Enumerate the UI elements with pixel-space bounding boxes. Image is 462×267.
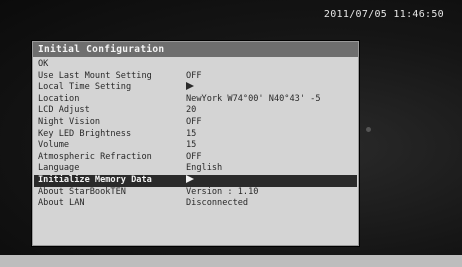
setting-label: Location [38,93,80,104]
setting-location[interactable]: Location NewYork W74°00' N40°43' -5 [33,94,358,106]
indicator-dot [366,127,371,132]
setting-label: Key LED Brightness [38,128,132,139]
right-arrow-icon [186,174,194,183]
setting-label: Local Time Setting [38,82,132,93]
setting-label: Atmospheric Refraction [38,151,152,162]
ok-label: OK [38,59,49,69]
setting-value: NewYork W74°00' N40°43' -5 [186,93,321,104]
setting-atmospheric-refraction[interactable]: Atmospheric Refraction OFF [33,152,358,164]
setting-label: Initialize Memory Data [38,174,152,185]
setting-value: 15 [186,128,197,139]
status-datetime: 2011/07/05 11:46:50 [323,9,444,20]
setting-label: Language [38,163,80,174]
initial-configuration-dialog: Initial Configuration OK Use Last Mount … [32,41,359,246]
setting-value: English [186,163,223,174]
setting-language[interactable]: Language English [33,163,358,175]
setting-night-vision[interactable]: Night Vision OFF [33,117,358,129]
settings-list: OK Use Last Mount Setting OFF Local Time… [33,57,358,210]
screen-bottom-bezel [0,255,462,267]
setting-label: Night Vision [38,116,101,127]
setting-value: 20 [186,105,197,116]
setting-lcd-adjust[interactable]: LCD Adjust 20 [33,105,358,117]
setting-initialize-memory-data[interactable]: Initialize Memory Data [34,174,357,187]
setting-value: OFF [186,70,202,81]
setting-about-starbookten[interactable]: About StarBookTEN Version : 1.10 [33,187,358,199]
setting-value: OFF [186,116,202,127]
setting-label: LCD Adjust [38,105,90,116]
setting-label: About StarBookTEN [38,186,126,197]
setting-value: Disconnected [186,198,249,209]
setting-value: OFF [186,151,202,162]
setting-label: About LAN [38,198,85,209]
setting-use-last-mount[interactable]: Use Last Mount Setting OFF [33,71,358,83]
device-screen: 2011/07/05 11:46:50 Initial Configuratio… [0,0,462,267]
setting-value: Version : 1.10 [186,186,259,197]
setting-label: Use Last Mount Setting [38,70,152,81]
setting-volume[interactable]: Volume 15 [33,140,358,152]
setting-about-lan[interactable]: About LAN Disconnected [33,198,358,210]
setting-local-time[interactable]: Local Time Setting [33,82,358,94]
ok-button[interactable]: OK [33,59,358,71]
dialog-title: Initial Configuration [33,42,358,57]
setting-label: Volume [38,140,70,151]
right-arrow-icon [186,82,194,91]
setting-value: 15 [186,140,197,151]
setting-key-led-brightness[interactable]: Key LED Brightness 15 [33,129,358,141]
